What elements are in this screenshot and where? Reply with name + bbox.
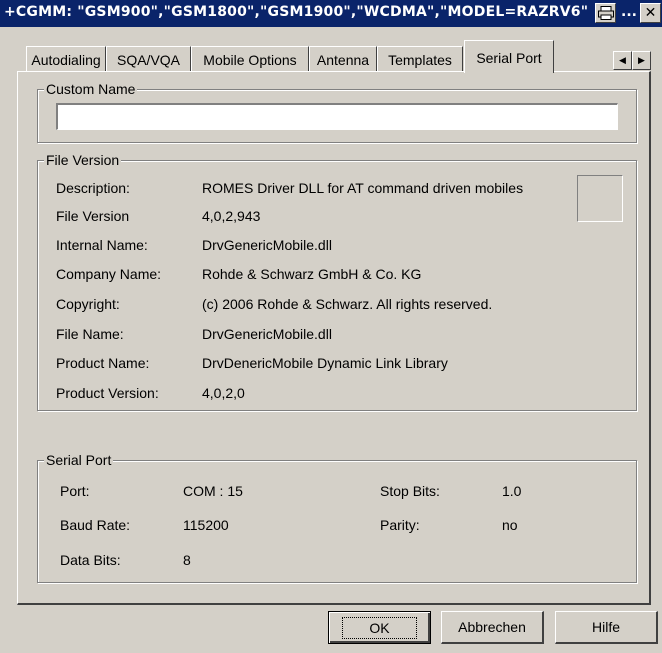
- baud-rate-value: 115200: [183, 517, 229, 533]
- file-version-label: File Version: [56, 208, 130, 224]
- tab-label: Autodialing: [31, 52, 101, 68]
- tab-label: Antenna: [316, 52, 370, 68]
- description-label: Description:: [56, 180, 130, 196]
- tab-serial-port[interactable]: Serial Port: [464, 40, 554, 73]
- baud-rate-label: Baud Rate:: [60, 517, 131, 533]
- stop-bits-label: Stop Bits:: [380, 483, 440, 499]
- help-button[interactable]: Hilfe: [555, 611, 658, 644]
- custom-name-input[interactable]: [56, 103, 618, 130]
- tab-label: Templates: [388, 52, 452, 68]
- serial-port-legend: Serial Port: [44, 452, 114, 468]
- copyright-value: (c) 2006 Rohde & Schwarz. All rights res…: [202, 296, 493, 312]
- file-icon-placeholder: [577, 175, 623, 222]
- ok-button-label: OK: [342, 616, 417, 639]
- tab-label: SQA/VQA: [116, 52, 181, 68]
- product-version-label: Product Version:: [56, 385, 159, 401]
- tab-mobile-options[interactable]: Mobile Options: [191, 46, 309, 71]
- tab-antenna[interactable]: Antenna: [309, 46, 377, 71]
- file-version-group: File Version: [37, 152, 637, 411]
- file-version-legend: File Version: [44, 152, 122, 168]
- tab-sqa-vqa[interactable]: SQA/VQA: [106, 46, 191, 71]
- product-version-value: 4,0,2,0: [202, 385, 245, 401]
- ok-button[interactable]: OK: [328, 611, 431, 644]
- cancel-button[interactable]: Abbrechen: [441, 611, 544, 644]
- file-name-value: DrvGenericMobile.dll: [202, 326, 332, 342]
- stop-bits-value: 1.0: [502, 483, 522, 499]
- file-name-label: File Name:: [56, 326, 124, 342]
- tab-scroll-right-icon[interactable]: ▶: [632, 51, 651, 70]
- company-name-value: Rohde & Schwarz GmbH & Co. KG: [202, 266, 422, 282]
- title-ellipsis: ...: [621, 4, 637, 20]
- custom-name-legend: Custom Name: [44, 81, 138, 97]
- tab-scroll-left-icon[interactable]: ◀: [613, 51, 632, 70]
- internal-name-value: DrvGenericMobile.dll: [202, 237, 332, 253]
- copyright-label: Copyright:: [56, 296, 120, 312]
- description-value: ROMES Driver DLL for AT command driven m…: [202, 180, 524, 196]
- printer-icon[interactable]: [595, 3, 616, 23]
- data-bits-label: Data Bits:: [60, 552, 121, 568]
- window-title: +CGMM: "GSM900","GSM1800","GSM1900","WCD…: [4, 4, 589, 20]
- port-value: COM : 15: [183, 483, 243, 499]
- port-label: Port:: [60, 483, 90, 499]
- internal-name-label: Internal Name:: [56, 237, 148, 253]
- parity-label: Parity:: [380, 517, 420, 533]
- product-name-value: DrvDenericMobile Dynamic Link Library: [202, 355, 448, 371]
- tab-templates[interactable]: Templates: [377, 46, 463, 71]
- tab-autodialing[interactable]: Autodialing: [26, 46, 106, 71]
- tab-label: Serial Port: [476, 50, 542, 66]
- product-name-label: Product Name:: [56, 355, 150, 371]
- tab-label: Mobile Options: [203, 52, 297, 68]
- file-version-value: 4,0,2,943: [202, 208, 261, 224]
- close-icon[interactable]: ✕: [640, 3, 661, 23]
- company-name-label: Company Name:: [56, 266, 162, 282]
- data-bits-value: 8: [183, 552, 191, 568]
- parity-value: no: [502, 517, 518, 533]
- title-bar[interactable]: +CGMM: "GSM900","GSM1800","GSM1900","WCD…: [0, 0, 662, 27]
